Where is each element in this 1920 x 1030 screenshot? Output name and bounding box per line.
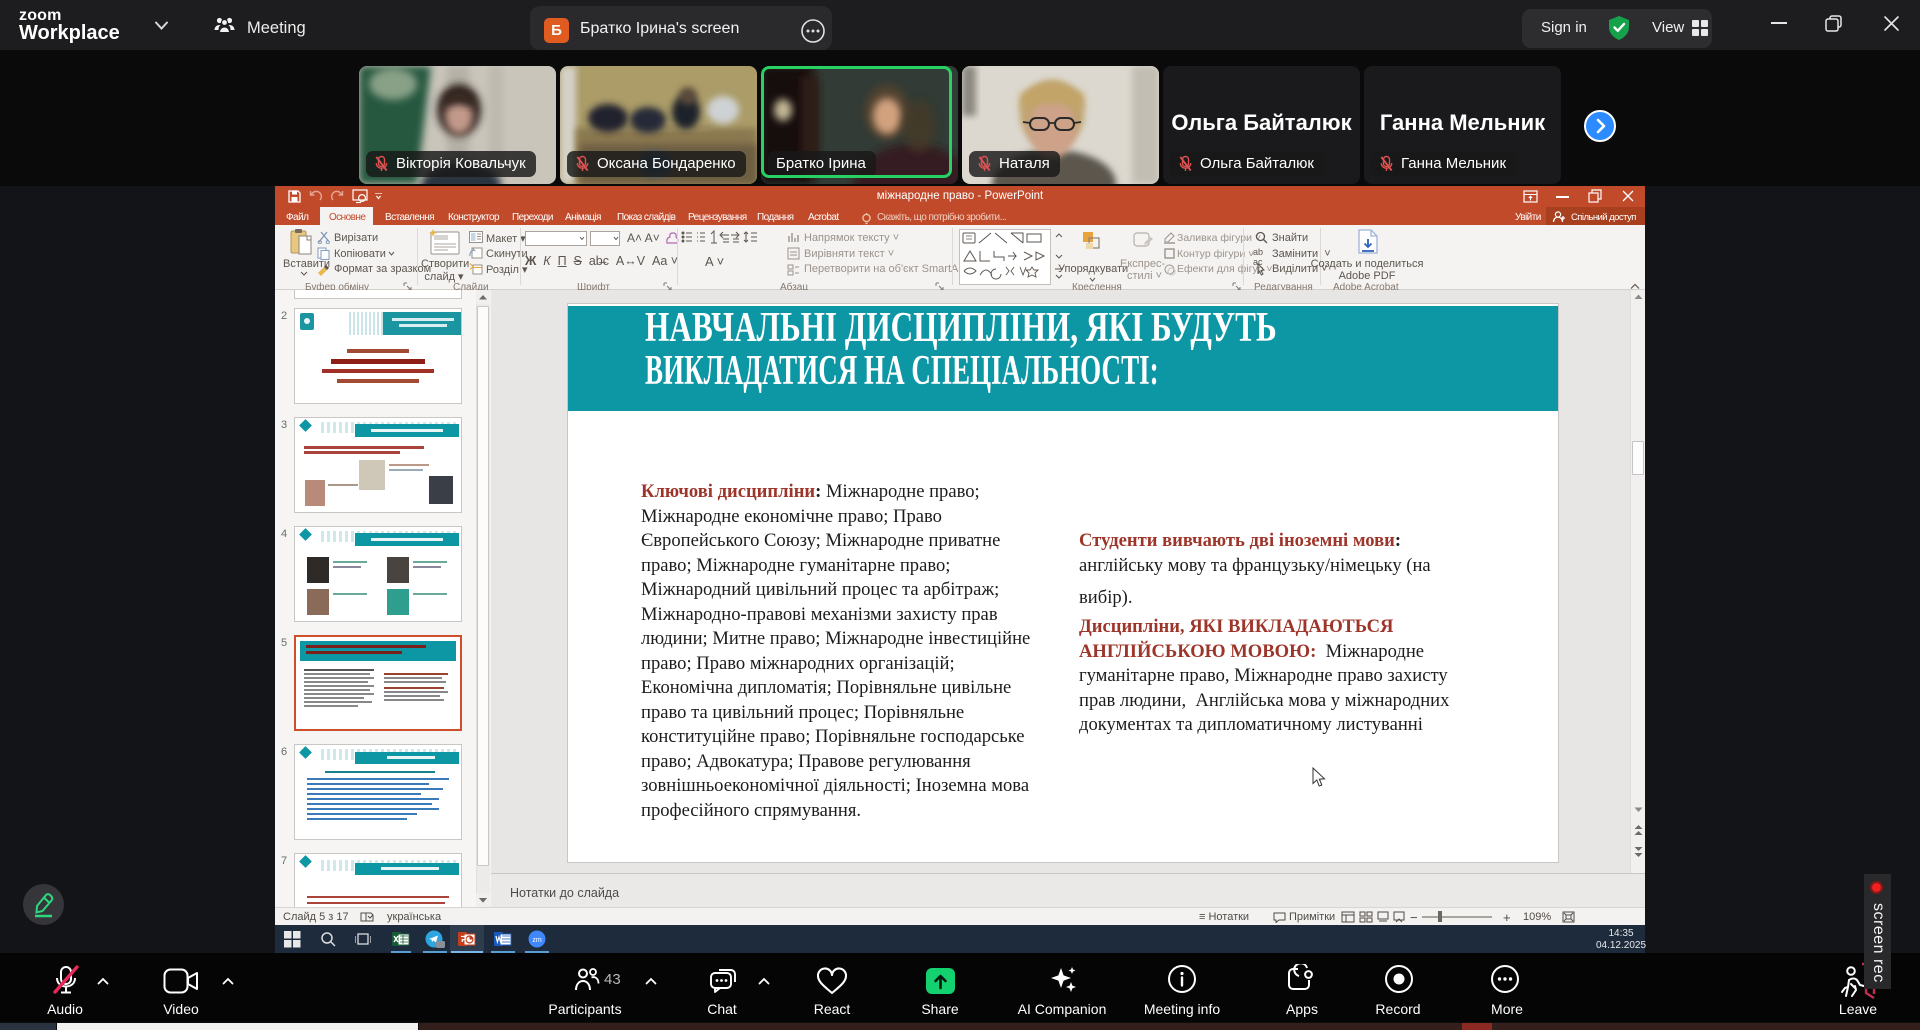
- svg-text:zm: zm: [532, 937, 542, 944]
